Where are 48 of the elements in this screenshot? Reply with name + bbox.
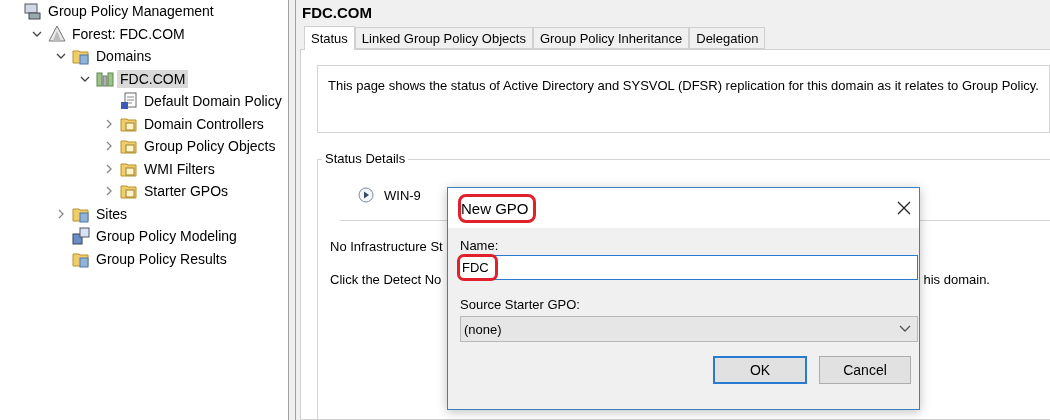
cancel-button[interactable]: Cancel (819, 356, 911, 384)
folder-icon (120, 137, 138, 156)
tree-item[interactable]: Group Policy Results (93, 249, 230, 268)
pane-splitter[interactable] (288, 0, 296, 420)
tab[interactable]: Delegation (689, 27, 766, 49)
detect-instruction-text: Click the Detect No (330, 272, 442, 287)
collapsed-chevron-icon[interactable] (104, 163, 114, 174)
tree-item[interactable]: Starter GPOs (141, 182, 232, 201)
domain-icon (96, 69, 114, 88)
name-field[interactable]: FDC (460, 255, 918, 280)
expand-icon[interactable] (358, 187, 374, 203)
console-icon (24, 2, 42, 21)
tab[interactable]: Status (304, 26, 355, 50)
description-text: This page shows the status of Active Directory and SYSVOL (DFSR) replication for this domain as it relates to Group Policy. (317, 65, 1050, 133)
tree-item[interactable]: Default Domain Policy (141, 92, 285, 111)
collapsed-chevron-icon[interactable] (104, 118, 114, 129)
tab[interactable]: Linked Group Policy Objects (354, 27, 533, 49)
tree-item[interactable]: Group Policy Modeling (93, 227, 240, 246)
caret-icon (899, 325, 911, 333)
name-label: Name: (460, 238, 500, 253)
detect-instruction-text: his domain. (923, 272, 990, 287)
infrastructure-status-text: No Infrastructure St (330, 239, 443, 254)
collapsed-chevron-icon[interactable] (56, 208, 66, 219)
tree-item[interactable]: Group Policy Management (45, 2, 217, 21)
close-icon[interactable] (897, 201, 911, 215)
collapsed-chevron-icon[interactable] (104, 186, 114, 197)
collapsed-chevron-icon[interactable] (104, 141, 114, 152)
dialog-title: New GPO (458, 193, 536, 223)
policy-icon (120, 92, 138, 111)
folder-icon (72, 47, 90, 66)
pane-title: FDC.COM (301, 3, 373, 23)
modeling-icon (72, 227, 90, 246)
tree-item[interactable]: Sites (93, 204, 131, 223)
name-value: FDC (457, 254, 498, 281)
group-label: Status Details (322, 151, 409, 166)
ok-button[interactable]: OK (713, 356, 807, 384)
tree-item[interactable]: Domain Controllers (141, 114, 267, 133)
tree-item[interactable]: Group Policy Objects (141, 137, 279, 156)
folder-icon (120, 182, 138, 201)
tree-item[interactable]: FDC.COM (117, 69, 189, 88)
server-name: WIN-9 (384, 187, 421, 203)
tree-item[interactable]: Domains (93, 47, 155, 66)
tree-item[interactable]: Forest: FDC.COM (69, 24, 188, 43)
starter-gpo-dropdown[interactable]: (none) (460, 316, 918, 342)
tree-item[interactable]: WMI Filters (141, 159, 218, 178)
triangle-icon (48, 24, 66, 43)
starter-gpo-label: Source Starter GPO: (460, 297, 581, 312)
tab[interactable]: Group Policy Inheritance (532, 27, 690, 49)
